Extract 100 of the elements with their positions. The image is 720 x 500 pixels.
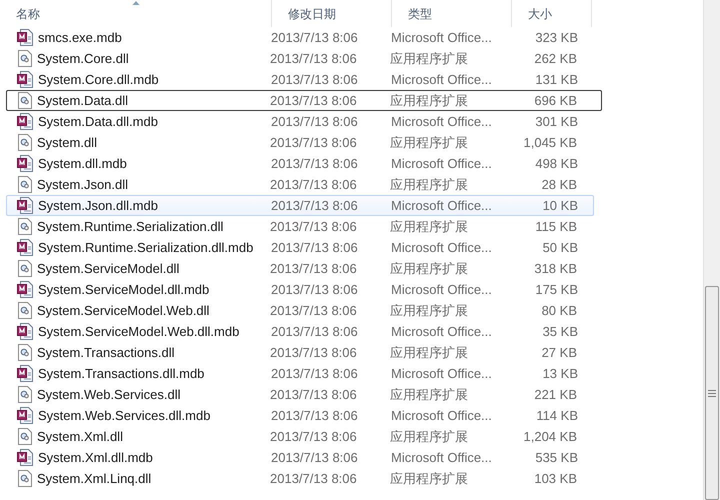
file-name: System.Data.dll	[36, 92, 130, 110]
scrollbar[interactable]	[703, 0, 720, 500]
file-size: 103 KB	[533, 470, 577, 488]
modified-date: 2013/7/13 8:06	[269, 218, 358, 236]
file-row[interactable]: System.dll 2013/7/13 8:06 应用程序扩展 1,045 KB	[6, 132, 594, 153]
modified-date: 2013/7/13 8:06	[269, 260, 358, 278]
file-size: 1,204 KB	[522, 428, 577, 446]
file-name: System.Xml.dll.mdb	[37, 448, 154, 467]
file-type: Microsoft Office...	[390, 28, 491, 47]
file-size: 498 KB	[534, 154, 578, 173]
file-size: 1,045 KB	[522, 134, 577, 152]
modified-date: 2013/7/13 8:06	[269, 302, 358, 320]
file-name: System.Core.dll	[36, 50, 130, 68]
file-name: System.Xml.Linq.dll	[36, 470, 152, 488]
file-name: System.Data.dll.mdb	[37, 112, 159, 131]
file-type: Microsoft Office...	[390, 448, 491, 467]
file-row[interactable]: System.Json.dll.mdb 2013/7/13 8:06 Microsoft Office... 10 KB	[6, 195, 594, 216]
column-header[interactable]: 名称	[0, 0, 272, 27]
gear-file-icon	[18, 386, 32, 403]
file-row[interactable]: System.Xml.dll 2013/7/13 8:06 应用程序扩展 1,204 KB	[6, 426, 594, 447]
gear-file-icon	[18, 50, 32, 67]
file-name: System.ServiceModel.Web.dll.mdb	[37, 322, 240, 341]
modified-date: 2013/7/13 8:06	[269, 386, 358, 404]
column-header[interactable]: 类型	[392, 0, 512, 27]
file-row[interactable]: System.Data.dll.mdb 2013/7/13 8:06 Microsoft Office... 301 KB	[6, 111, 594, 132]
modified-date: 2013/7/13 8:06	[270, 112, 359, 131]
modified-date: 2013/7/13 8:06	[270, 322, 359, 341]
gear-file-icon	[18, 470, 32, 487]
column-header[interactable]: 修改日期	[272, 0, 392, 27]
modified-date: 2013/7/13 8:06	[269, 50, 358, 68]
database-file-icon	[17, 323, 33, 340]
file-type: 应用程序扩展	[389, 470, 469, 488]
file-row[interactable]: System.Data.dll 2013/7/13 8:06 应用程序扩展 696 KB	[6, 90, 602, 111]
gear-file-icon	[18, 344, 32, 361]
modified-date: 2013/7/13 8:06	[270, 70, 359, 89]
modified-date: 2013/7/13 8:06	[269, 428, 358, 446]
file-size: 323 KB	[534, 28, 578, 47]
file-row[interactable]: System.Runtime.Serialization.dll 2013/7/13 8:06 应用程序扩展 115 KB	[6, 216, 594, 237]
modified-date: 2013/7/13 8:06	[269, 176, 358, 194]
modified-date: 2013/7/13 8:06	[270, 406, 359, 425]
file-size: 50 KB	[542, 238, 578, 257]
modified-date: 2013/7/13 8:06	[270, 280, 359, 299]
scrollbar-thumb[interactable]	[705, 286, 719, 500]
file-type: Microsoft Office...	[390, 196, 491, 215]
file-row[interactable]: System.ServiceModel.Web.dll.mdb 2013/7/13 8:06 Microsoft Office... 35 KB	[6, 321, 594, 342]
database-file-icon	[17, 407, 33, 424]
modified-date: 2013/7/13 8:06	[270, 28, 359, 47]
file-name: System.Json.dll	[36, 176, 130, 194]
file-name: System.Runtime.Serialization.dll	[36, 218, 224, 236]
modified-date: 2013/7/13 8:06	[270, 154, 359, 173]
file-row[interactable]: System.ServiceModel.dll.mdb 2013/7/13 8:06 Microsoft Office... 175 KB	[6, 279, 594, 300]
database-file-icon	[17, 281, 33, 298]
file-type: Microsoft Office...	[390, 406, 491, 425]
file-name: System.Transactions.dll.mdb	[37, 364, 206, 383]
modified-date: 2013/7/13 8:06	[269, 344, 358, 362]
file-row[interactable]: System.Xml.dll.mdb 2013/7/13 8:06 Microsoft Office... 535 KB	[6, 447, 594, 468]
file-type: 应用程序扩展	[389, 386, 469, 404]
file-size: 13 KB	[542, 364, 578, 383]
file-size: 696 KB	[533, 92, 577, 110]
file-type: Microsoft Office...	[390, 280, 491, 299]
file-row[interactable]: System.Json.dll 2013/7/13 8:06 应用程序扩展 28 KB	[6, 174, 594, 195]
file-type: 应用程序扩展	[389, 134, 469, 152]
file-name: System.Runtime.Serialization.dll.mdb	[37, 238, 254, 257]
database-file-icon	[17, 449, 33, 466]
file-size: 131 KB	[534, 70, 578, 89]
file-type: 应用程序扩展	[389, 302, 469, 320]
gear-file-icon	[18, 134, 32, 151]
database-file-icon	[17, 71, 33, 88]
file-row[interactable]: System.Transactions.dll.mdb 2013/7/13 8:06 Microsoft Office... 13 KB	[6, 363, 594, 384]
file-name: System.dll.mdb	[37, 154, 128, 173]
file-row[interactable]: System.ServiceModel.dll 2013/7/13 8:06 应用程序扩展 318 KB	[6, 258, 594, 279]
modified-date: 2013/7/13 8:06	[269, 92, 358, 110]
file-row[interactable]: smcs.exe.mdb 2013/7/13 8:06 Microsoft Office... 323 KB	[6, 27, 594, 48]
file-type: 应用程序扩展	[389, 428, 469, 446]
file-name: System.Xml.dll	[36, 428, 124, 446]
gear-file-icon	[18, 92, 32, 109]
database-file-icon	[17, 113, 33, 130]
file-row[interactable]: System.Core.dll.mdb 2013/7/13 8:06 Microsoft Office... 131 KB	[6, 69, 594, 90]
file-row[interactable]: System.Core.dll 2013/7/13 8:06 应用程序扩展 262 KB	[6, 48, 594, 69]
column-header[interactable]: 大小	[512, 0, 592, 27]
file-type: 应用程序扩展	[389, 92, 469, 110]
file-type: Microsoft Office...	[390, 70, 491, 89]
file-row[interactable]: System.dll.mdb 2013/7/13 8:06 Microsoft Office... 498 KB	[6, 153, 594, 174]
file-row[interactable]: System.Web.Services.dll.mdb 2013/7/13 8:06 Microsoft Office... 114 KB	[6, 405, 594, 426]
file-row[interactable]: System.ServiceModel.Web.dll 2013/7/13 8:06 应用程序扩展 80 KB	[6, 300, 594, 321]
gear-file-icon	[18, 260, 32, 277]
modified-date: 2013/7/13 8:06	[270, 448, 359, 467]
file-row[interactable]: System.Web.Services.dll 2013/7/13 8:06 应用程序扩展 221 KB	[6, 384, 594, 405]
file-type: Microsoft Office...	[390, 364, 491, 383]
file-size: 262 KB	[533, 50, 577, 68]
grip-icon	[708, 390, 716, 396]
file-type: Microsoft Office...	[390, 238, 491, 257]
file-row[interactable]: System.Runtime.Serialization.dll.mdb 2013/7/13 8:06 Microsoft Office... 50 KB	[6, 237, 594, 258]
file-size: 27 KB	[540, 344, 577, 362]
file-row[interactable]: System.Xml.Linq.dll 2013/7/13 8:06 应用程序扩展 103 KB	[6, 468, 594, 489]
database-file-icon	[17, 29, 33, 46]
file-type: Microsoft Office...	[390, 322, 491, 341]
modified-date: 2013/7/13 8:06	[270, 196, 359, 215]
gear-file-icon	[18, 302, 32, 319]
file-row[interactable]: System.Transactions.dll 2013/7/13 8:06 应用程序扩展 27 KB	[6, 342, 594, 363]
